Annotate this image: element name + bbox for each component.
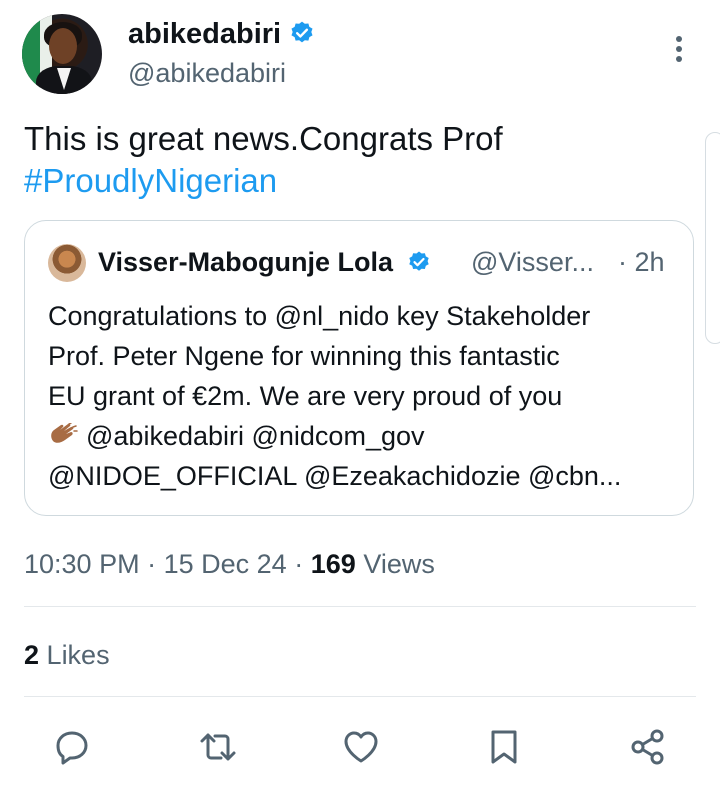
divider bbox=[24, 606, 696, 607]
likes-count: 2 bbox=[24, 640, 40, 670]
divider bbox=[24, 696, 696, 697]
quoted-tweet-text: Congratulations to @nl_nido key Stakehol… bbox=[48, 296, 678, 496]
quoted-author-handle: @Visser... bbox=[471, 247, 594, 277]
author-name-text: abikedabiri bbox=[128, 18, 282, 50]
likes-label: Likes bbox=[46, 640, 110, 670]
tweet-meta: 10:30 PM · 15 Dec 24 · 169 Views bbox=[24, 546, 435, 582]
tweet-text: This is great news.Congrats Prof #Proudl… bbox=[24, 118, 704, 202]
bookmark-button[interactable] bbox=[484, 727, 524, 767]
meta-separator: · bbox=[147, 549, 157, 579]
bookmark-icon bbox=[491, 730, 517, 764]
adjacent-card-edge bbox=[705, 132, 720, 344]
views-label: Views bbox=[363, 549, 435, 579]
quoted-author-avatar bbox=[48, 244, 86, 282]
tweet-text-line: This is great news.Congrats Prof bbox=[24, 120, 503, 157]
quoted-text-line: Prof. Peter Ngene for winning this fanta… bbox=[48, 341, 560, 371]
quoted-text-mentions: @abikedabiri @nidcom_gov bbox=[86, 421, 425, 451]
like-button[interactable] bbox=[341, 727, 381, 767]
quoted-text-line: EU grant of €2m. We are very proud of yo… bbox=[48, 381, 563, 411]
author-avatar[interactable] bbox=[22, 14, 102, 94]
share-icon bbox=[631, 729, 664, 765]
likes-link[interactable]: 2 Likes bbox=[24, 637, 110, 673]
quoted-tweet-time: · 2h bbox=[618, 247, 665, 277]
author-name[interactable]: abikedabiri bbox=[128, 16, 315, 52]
retweet-icon bbox=[200, 733, 236, 761]
quoted-author-name: Visser-Mabogunje Lola bbox=[98, 245, 431, 279]
clapping-hands-icon bbox=[51, 423, 78, 443]
tweet-date: 15 Dec 24 bbox=[163, 549, 287, 579]
quoted-text-line: Congratulations to @nl_nido key Stakehol… bbox=[48, 301, 591, 331]
reply-icon bbox=[56, 731, 88, 765]
quoted-text-line: @abikedabiri @nidcom_gov bbox=[48, 416, 678, 456]
more-options-icon[interactable] bbox=[667, 36, 691, 66]
views-count: 169 bbox=[310, 549, 356, 579]
quoted-author-name-text: Visser-Mabogunje Lola bbox=[98, 247, 394, 277]
like-icon bbox=[344, 731, 378, 763]
author-handle[interactable]: @abikedabiri bbox=[128, 56, 286, 90]
quoted-verified-badge-icon bbox=[408, 251, 429, 271]
meta-separator: · bbox=[294, 549, 304, 579]
hashtag-link[interactable]: #ProudlyNigerian bbox=[24, 160, 704, 202]
share-button[interactable] bbox=[628, 727, 668, 767]
verified-badge-icon bbox=[291, 21, 313, 43]
reply-button[interactable] bbox=[52, 727, 92, 767]
quoted-text-line: @NIDOE_OFFICIAL @Ezeakachidozie @cbn... bbox=[48, 461, 622, 491]
retweet-button[interactable] bbox=[198, 727, 238, 767]
tweet-time: 10:30 PM bbox=[24, 549, 140, 579]
